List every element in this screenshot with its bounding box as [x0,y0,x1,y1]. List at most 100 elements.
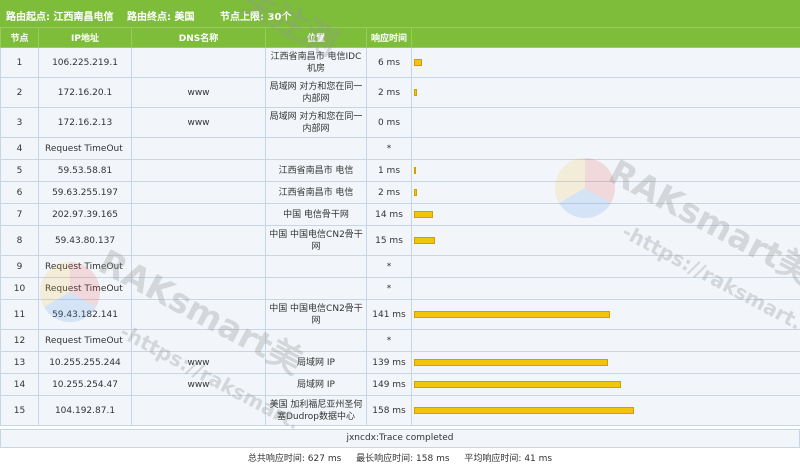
response-time-cell: * [366,137,412,160]
hop-cell: 5 [0,159,39,182]
latency-bar [414,211,433,218]
table-row: 5 59.53.58.81 江西省南昌市 电信 1 ms [0,159,800,182]
latency-bar [414,407,634,414]
location-cell: 江西省南昌市 电信 [265,181,367,204]
avg-time: 平均响应时间: 41 ms [464,454,553,464]
table-row: 7 202.97.39.165 中国 电信骨干网 14 ms [0,203,800,226]
dns-cell [131,395,266,426]
ip-cell: 104.192.87.1 [38,395,132,426]
response-time-cell: * [366,329,412,352]
ip-cell: Request TimeOut [38,137,132,160]
col-response-time: 响应时间 [366,27,412,48]
col-location: 位置 [265,27,367,48]
latency-bar [414,359,608,366]
ip-cell: 106.225.219.1 [38,47,132,78]
dns-cell: www [131,107,266,138]
table-row: 1 106.225.219.1 江西省南昌市 电信IDC机房 6 ms [0,47,800,78]
ip-cell: 59.63.255.197 [38,181,132,204]
col-hop: 节点 [0,27,39,48]
ip-cell: 59.53.58.81 [38,159,132,182]
response-time-cell: 0 ms [366,107,412,138]
latency-bar-cell [411,107,800,138]
hop-cell: 8 [0,225,39,256]
latency-bar-cell [411,395,800,426]
dns-cell [131,159,266,182]
ip-cell: 172.16.20.1 [38,77,132,108]
hop-cell: 15 [0,395,39,426]
location-cell: 中国 中国电信CN2骨干网 [265,299,367,330]
route-start: 路由起点: 江西南昌电信 [6,12,114,23]
latency-bar-cell [411,159,800,182]
location-cell: 中国 电信骨干网 [265,203,367,226]
latency-bar [414,311,610,318]
col-dns: DNS名称 [131,27,266,48]
latency-bar [414,167,416,174]
hop-cell: 6 [0,181,39,204]
dns-cell [131,329,266,352]
table-row: 11 59.43.182.141 中国 中国电信CN2骨干网 141 ms [0,299,800,330]
hop-cell: 2 [0,77,39,108]
dns-cell: www [131,77,266,108]
dns-cell [131,203,266,226]
hop-cell: 14 [0,373,39,396]
table-row: 6 59.63.255.197 江西省南昌市 电信 2 ms [0,181,800,204]
location-cell: 局域网 对方和您在同一内部网 [265,77,367,108]
hop-cell: 13 [0,351,39,374]
ip-cell: Request TimeOut [38,329,132,352]
location-cell: 江西省南昌市 电信 [265,159,367,182]
table-row: 8 59.43.80.137 中国 中国电信CN2骨干网 15 ms [0,225,800,256]
hop-cell: 11 [0,299,39,330]
location-cell: 中国 中国电信CN2骨干网 [265,225,367,256]
latency-bar-cell [411,77,800,108]
latency-bar-cell [411,351,800,374]
response-time-cell: 141 ms [366,299,412,330]
latency-bar [414,237,435,244]
response-time-cell: 14 ms [366,203,412,226]
response-time-cell: 2 ms [366,77,412,108]
trace-summary: 总共响应时间: 627 ms 最长响应时间: 158 ms 平均响应时间: 41… [0,448,800,471]
trace-table: 节点 IP地址 DNS名称 位置 响应时间 1 106.225.219.1 江西省南… [0,27,800,426]
location-cell: 局域网 IP [265,351,367,374]
location-cell: 美国 加利福尼亚州圣何塞Dudrop数据中心 [265,395,367,426]
latency-bar-cell [411,277,800,300]
table-row: 9 Request TimeOut * [0,255,800,278]
col-bar [411,27,800,48]
location-cell: 局域网 IP [265,373,367,396]
table-row: 14 10.255.254.47 www 局域网 IP 149 ms [0,373,800,396]
location-cell [265,329,367,352]
hop-cell: 3 [0,107,39,138]
dns-cell [131,181,266,204]
latency-bar [414,189,417,196]
ip-cell: Request TimeOut [38,277,132,300]
response-time-cell: 139 ms [366,351,412,374]
hop-cell: 9 [0,255,39,278]
response-time-cell: 6 ms [366,47,412,78]
latency-bar [414,381,621,388]
latency-bar-cell [411,299,800,330]
table-row: 13 10.255.255.244 www 局域网 IP 139 ms [0,351,800,374]
dns-cell [131,47,266,78]
hop-cell: 1 [0,47,39,78]
location-cell [265,255,367,278]
response-time-cell: 1 ms [366,159,412,182]
latency-bar-cell [411,373,800,396]
dns-cell [131,299,266,330]
ip-cell: 59.43.80.137 [38,225,132,256]
location-cell [265,277,367,300]
location-cell [265,137,367,160]
table-row: 2 172.16.20.1 www 局域网 对方和您在同一内部网 2 ms [0,77,800,108]
trace-status: jxncdx:Trace completed [0,429,800,448]
dns-cell [131,277,266,300]
response-time-cell: 2 ms [366,181,412,204]
table-row: 3 172.16.2.13 www 局域网 对方和您在同一内部网 0 ms [0,107,800,138]
hop-cell: 10 [0,277,39,300]
table-row: 15 104.192.87.1 美国 加利福尼亚州圣何塞Dudrop数据中心 158 … [0,395,800,426]
response-time-cell: 149 ms [366,373,412,396]
hop-limit: 节点上限: 30个 [220,12,292,23]
response-time-cell: 15 ms [366,225,412,256]
location-cell: 江西省南昌市 电信IDC机房 [265,47,367,78]
table-header-row: 节点 IP地址 DNS名称 位置 响应时间 [0,27,800,48]
response-time-cell: * [366,277,412,300]
dns-cell: www [131,373,266,396]
dns-cell: www [131,351,266,374]
